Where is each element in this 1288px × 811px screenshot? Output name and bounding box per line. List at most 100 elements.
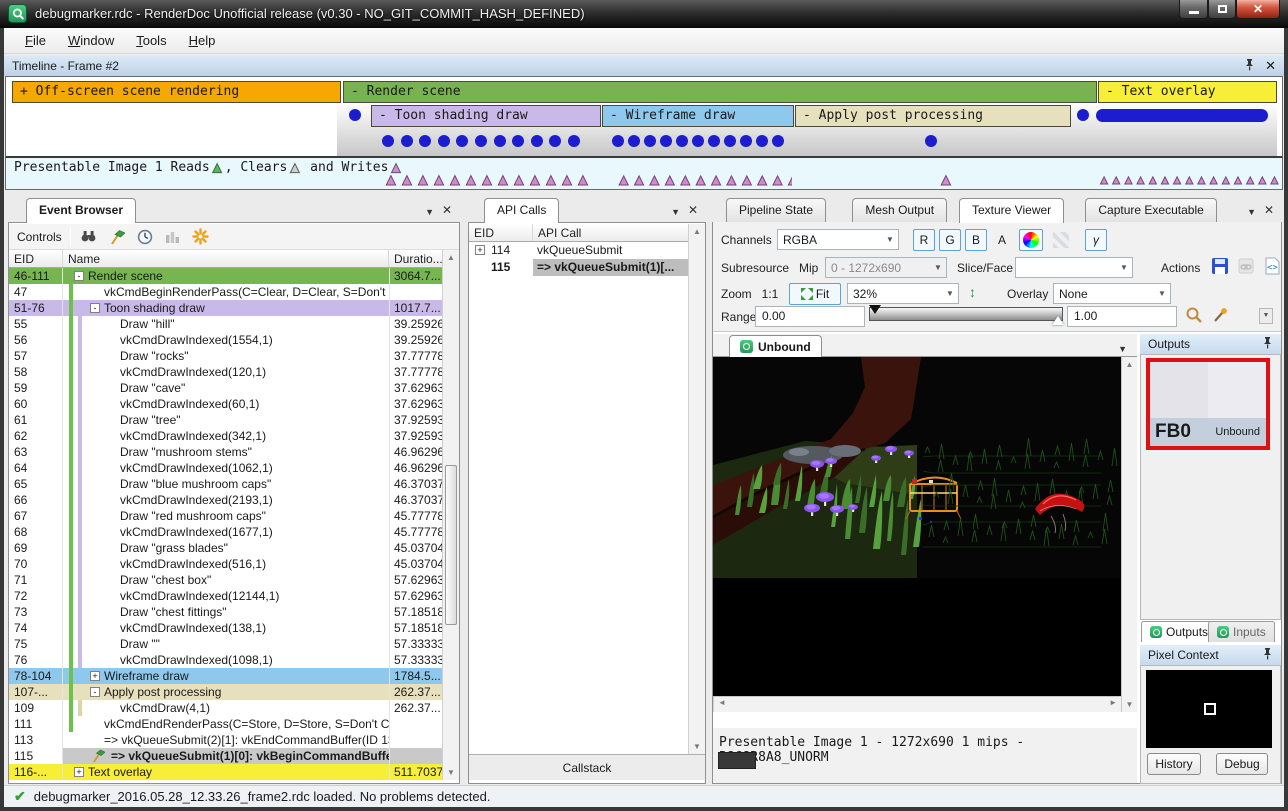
close-icon[interactable]: ✕ [442,204,452,216]
write-marker-icon[interactable]: ▲ [1171,174,1183,188]
event-dot-icon[interactable] [382,135,394,147]
write-marker-icon[interactable]: ▲ [399,174,415,188]
menu-item-window[interactable]: Window [57,29,125,52]
event-dot-icon[interactable] [660,135,672,147]
tab-api-calls[interactable]: API Calls [484,198,559,223]
table-row[interactable]: 68vkCmdDrawIndexed(1677,1)45.77778 [9,524,442,540]
tab-pipeline-state[interactable]: Pipeline State [726,198,826,222]
write-marker-icon[interactable]: ▲ [431,174,447,188]
zoom-1-1-button[interactable]: 1:1 [755,283,785,305]
table-row[interactable]: 78-104+Wireframe draw1784.5... [9,668,442,684]
open-code-icon[interactable]: <> [1263,257,1281,278]
write-marker-icon[interactable]: ▲ [1256,174,1268,188]
column-header-name[interactable]: Name [63,250,389,267]
timeline-bar-toon-shading[interactable]: - Toon shading draw [371,105,601,127]
jump-to-eid-flag-icon[interactable] [107,228,127,246]
range-black-handle[interactable] [869,305,881,314]
timeline-canvas[interactable]: + Off-screen scene rendering - Render sc… [5,76,1283,158]
write-marker-icon[interactable]: ▲ [631,174,646,188]
channel-a-button[interactable]: A [991,229,1013,251]
table-row[interactable]: 63Draw "mushroom stems"46.96296 [9,444,442,460]
tab-mesh-output[interactable]: Mesh Output [852,198,947,222]
pixel-context-header[interactable]: Pixel Context [1140,645,1281,665]
write-marker-icon[interactable]: ▲ [479,174,495,188]
pin-icon[interactable] [1244,58,1255,74]
texture-display-canvas[interactable]: ▲ ▼ ◄ ► [713,357,1137,712]
event-dot-icon[interactable] [349,109,361,121]
tab-event-browser[interactable]: Event Browser [26,198,136,223]
collapse-icon[interactable]: - [90,687,100,697]
timeline-bar-render-scene[interactable]: - Render scene [343,81,1097,103]
event-browser-scrollbar[interactable]: ▲ ▼ [442,250,459,780]
write-marker-icon[interactable]: ▲ [1159,174,1171,188]
event-dot-icon[interactable] [568,135,580,147]
table-row[interactable]: 46-111-Render scene3064.7... [9,268,442,284]
scroll-right-icon[interactable]: ► [1109,698,1117,707]
close-icon[interactable]: ✕ [1265,58,1276,74]
debug-button[interactable]: Debug [1216,753,1268,775]
write-marker-icon[interactable]: ▲ [785,174,792,188]
write-marker-icon[interactable]: ▲ [559,174,575,188]
event-dot-icon[interactable] [628,135,640,147]
table-row[interactable]: 64vkCmdDrawIndexed(1062,1)46.96296 [9,460,442,476]
write-marker-icon[interactable]: ▲ [1183,174,1195,188]
event-dot-icon[interactable] [1077,109,1089,121]
table-row[interactable]: 113=> vkQueueSubmit(2)[1]: vkEndCommandB… [9,732,442,748]
zoom-fit-button[interactable]: Fit [789,283,841,305]
event-dot-icon[interactable] [475,135,487,147]
event-dot-icon[interactable] [692,135,704,147]
table-row[interactable]: 71Draw "chest box"57.62963 [9,572,442,588]
channel-b-button[interactable]: B [965,229,987,251]
fit-height-icon[interactable]: ↕ [969,284,976,300]
collapse-icon[interactable]: - [90,303,100,313]
table-row[interactable]: 51-76-Toon shading draw1017.7... [9,300,442,316]
custom-display-wheel-icon[interactable] [1019,229,1043,251]
table-row[interactable]: 58vkCmdDrawIndexed(120,1)37.77778 [9,364,442,380]
table-row[interactable]: 116-...+Text overlay511.7037 [9,764,442,780]
write-marker-icon[interactable]: ▲ [708,174,723,188]
timeline-event-pill[interactable] [1096,109,1268,122]
mip-dropdown[interactable]: 0 - 1272x690▼ [825,257,947,278]
write-marker-icon[interactable]: ▲ [755,174,770,188]
save-icon[interactable] [1211,257,1229,278]
chevron-down-icon[interactable]: ▼ [1118,341,1127,355]
collapse-icon[interactable]: - [74,271,84,281]
timeline-dock-header[interactable]: Timeline - Frame #2 ✕ [4,56,1284,76]
event-dot-icon[interactable] [925,135,937,147]
range-white-handle[interactable] [1052,316,1064,325]
time-durations-icon[interactable] [135,228,155,246]
table-row[interactable]: 109vkCmdDraw(4,1)262.37... [9,700,442,716]
event-dot-icon[interactable] [494,135,506,147]
table-row[interactable]: 60vkCmdDrawIndexed(60,1)37.62963 [9,396,442,412]
tab-inputs[interactable]: Inputs [1208,621,1275,642]
table-row[interactable]: 57Draw "rocks"37.77778 [9,348,442,364]
write-marker-icon[interactable]: ▲ [1122,174,1134,188]
write-marker-icon[interactable]: ▲ [1268,174,1280,188]
api-calls-scrollbar[interactable]: ▲ ▼ [688,224,705,754]
pin-icon[interactable] [1262,336,1273,352]
expand-icon[interactable]: + [74,767,84,777]
column-header-eid[interactable]: EID [9,250,63,267]
expand-icon[interactable]: + [90,671,100,681]
table-row[interactable]: 75Draw ""57.33333 [9,636,442,652]
scroll-down-icon[interactable]: ▼ [1122,697,1137,712]
pin-icon[interactable] [1262,647,1273,663]
table-row[interactable]: 70vkCmdDrawIndexed(516,1)45.03704 [9,556,442,572]
write-marker-icon[interactable]: ▲ [1110,174,1122,188]
table-row[interactable]: 73Draw "chest fittings"57.18518 [9,604,442,620]
scroll-down-icon[interactable]: ▼ [689,739,705,754]
outputs-header[interactable]: Outputs [1140,334,1281,354]
write-marker-icon[interactable]: ▲ [527,174,543,188]
table-row[interactable]: 74vkCmdDrawIndexed(138,1)57.18518 [9,620,442,636]
gamma-button[interactable]: γ [1085,229,1107,251]
table-row[interactable]: 72vkCmdDrawIndexed(12144,1)57.62963 [9,588,442,604]
write-marker-icon[interactable]: ▲ [1098,174,1110,188]
event-dot-icon[interactable] [772,135,784,147]
tab-unbound-texture[interactable]: Unbound [729,335,822,357]
expand-icon[interactable]: + [475,245,485,255]
table-row[interactable]: 67Draw "red mushroom caps"45.77778 [9,508,442,524]
write-marker-icon[interactable]: ▲ [647,174,662,188]
chevron-down-icon[interactable]: ▼ [425,204,434,218]
tab-outputs[interactable]: Outputs [1141,621,1217,642]
slice-face-dropdown[interactable]: ▼ [1015,257,1133,278]
